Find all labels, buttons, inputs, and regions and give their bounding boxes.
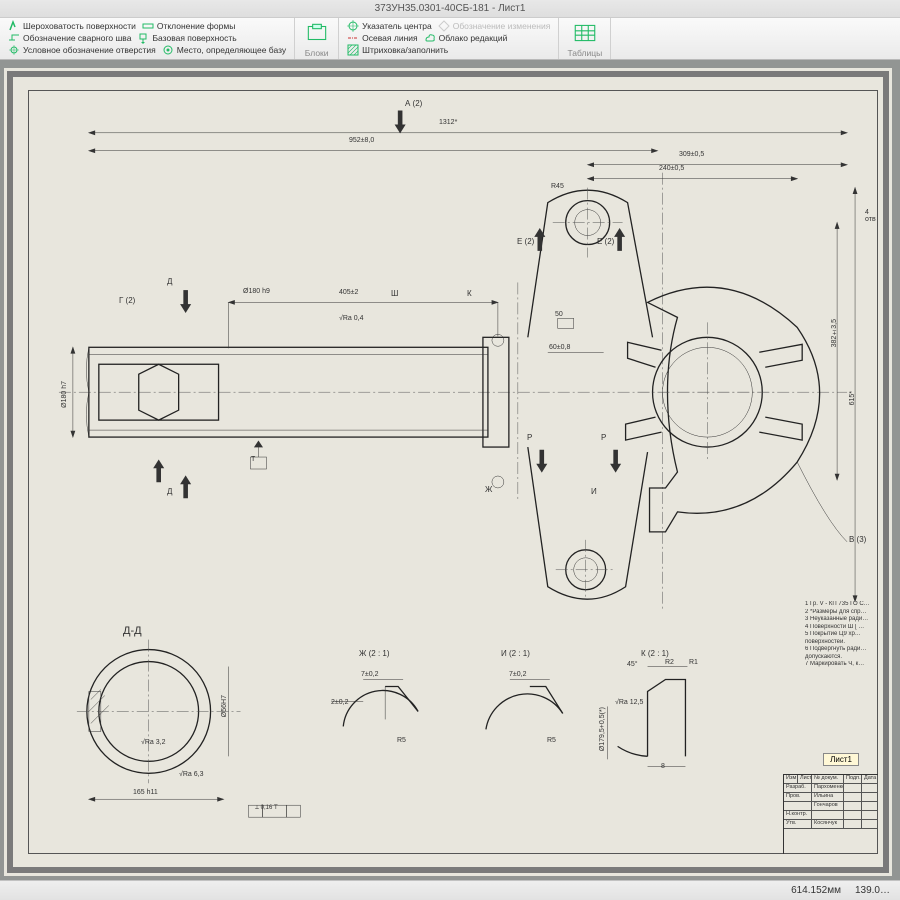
holes4: 4 отв	[865, 209, 877, 223]
status-x: 614.152мм	[791, 885, 841, 896]
ribbon-group-tables: Таблицы	[559, 18, 611, 59]
cmd-tables[interactable]	[572, 20, 598, 46]
cmd-center[interactable]: Указатель центра	[345, 20, 434, 32]
ribbon-group-blocks: Блоки	[295, 18, 339, 59]
weld-icon	[8, 32, 20, 44]
hatch-icon	[347, 44, 359, 56]
datum-icon	[137, 32, 149, 44]
sec-D1: Д	[167, 277, 172, 286]
dim-309: 309±0,5	[679, 151, 704, 158]
zh-2: 2±0,2	[331, 699, 348, 706]
sec-E2: Е (2)	[597, 237, 614, 246]
k-r1: R1	[689, 659, 698, 666]
k-45: 45°	[627, 661, 638, 668]
sec-K: К	[467, 289, 472, 298]
ribbon-group-marks: Указатель центра Обозначение изменения О…	[339, 18, 559, 59]
sec-E1: Е (2)	[517, 237, 534, 246]
dim-405: 405±2	[339, 289, 358, 296]
k-r2: R2	[665, 659, 674, 666]
title-bar: 373УН35.0301-40СБ-181 - Лист1	[0, 0, 900, 18]
dim-240: 240±0,5	[659, 165, 684, 172]
sec-R2: Р	[601, 433, 606, 442]
d180: Ø180 h7	[61, 381, 68, 408]
i-r5: R5	[547, 737, 556, 744]
k-d179: Ø179,5+0,5(*)	[599, 707, 606, 751]
zh-r5: R5	[397, 737, 406, 744]
zh-7: 7±0,2	[361, 671, 378, 678]
datum-T: Т	[251, 456, 255, 463]
dim-615: 615*	[849, 391, 856, 405]
cmd-blocks[interactable]	[304, 20, 330, 46]
status-y: 139.0…	[855, 885, 890, 896]
cmd-weld[interactable]: Обозначение сварного шва	[6, 32, 133, 44]
dim-50: 50	[555, 311, 563, 318]
cmd-roughness[interactable]: Шероховатость поверхности	[6, 20, 138, 32]
roughness-icon	[8, 20, 20, 32]
sec-R1: Р	[527, 433, 532, 442]
dd-ra63: √Ra 6,3	[179, 771, 203, 778]
dim-overall: 1312*	[439, 119, 457, 126]
sec-A: А (2)	[405, 99, 422, 108]
form-dev-icon	[142, 20, 154, 32]
ribbon-group-annotations: Шероховатость поверхности Отклонение фор…	[0, 18, 295, 59]
dim-d180h9: Ø180 h9	[243, 288, 270, 295]
dd-d56: Ø56H7	[221, 695, 228, 717]
sec-G: Г (2)	[119, 296, 135, 305]
k-8: 8	[661, 763, 665, 770]
sec-B: В (3)	[849, 535, 866, 544]
dim-60: 60±0,8	[549, 344, 570, 351]
cmd-cloud[interactable]: Облако редакций	[422, 32, 510, 44]
tech-notes: 1 Гр. V - КП 735 ГО С…2 *Размеры для спр…	[805, 601, 875, 669]
cmd-axis[interactable]: Осевая линия	[345, 32, 419, 44]
cmd-change[interactable]: Обозначение изменения	[436, 20, 553, 32]
sec-D2: Д	[167, 487, 172, 496]
title-block: ИзмЛист№ докум.Подп.Дата Разраб.Пархомен…	[783, 774, 878, 854]
canvas[interactable]: 1312* 952±8,0 309±0,5 240±0,5 405±2 Ø180…	[0, 60, 900, 880]
cmd-hole[interactable]: Условное обозначение отверстия	[6, 44, 158, 56]
drawing-sheet: 1312* 952±8,0 309±0,5 240±0,5 405±2 Ø180…	[8, 72, 888, 872]
ra04: √Ra 0,4	[339, 315, 363, 322]
dim-952: 952±8,0	[349, 137, 374, 144]
axis-icon	[347, 32, 359, 44]
cmd-datum-loc[interactable]: Место, определяющее базу	[160, 44, 288, 56]
det-K: К (2 : 1)	[641, 649, 669, 658]
i-7: 7±0,2	[509, 671, 526, 678]
center-icon	[347, 20, 359, 32]
hole-icon	[8, 44, 20, 56]
sheet-tab[interactable]: Лист1	[823, 753, 859, 766]
cmd-hatch[interactable]: Штриховка/заполнить	[345, 44, 450, 56]
sec-Sh: Ш	[391, 289, 398, 298]
ribbon: Шероховатость поверхности Отклонение фор…	[0, 18, 900, 60]
det-DD: Д-Д	[123, 625, 142, 637]
drawing-frame: 1312* 952±8,0 309±0,5 240±0,5 405±2 Ø180…	[28, 90, 878, 854]
status-bar: 614.152мм 139.0…	[0, 880, 900, 900]
dd-ra32: √Ra 3,2	[141, 739, 165, 746]
cmd-datum[interactable]: Базовая поверхность	[135, 32, 238, 44]
dim-382: 382±3,5	[831, 319, 838, 347]
dd-165: 165 h11	[133, 789, 158, 796]
sec-I: И	[591, 487, 597, 496]
change-icon	[438, 20, 450, 32]
det-Zh: Ж (2 : 1)	[359, 649, 390, 658]
sec-Zh: Ж	[485, 485, 492, 494]
det-I: И (2 : 1)	[501, 649, 530, 658]
cmd-form-deviation[interactable]: Отклонение формы	[140, 20, 237, 32]
datum-loc-icon	[162, 44, 174, 56]
fcf: ⟂ 0,16 Т	[255, 805, 278, 812]
dim-r45: R45	[551, 183, 564, 190]
cloud-icon	[424, 32, 436, 44]
k-ra125: √Ra 12,5	[615, 699, 643, 706]
